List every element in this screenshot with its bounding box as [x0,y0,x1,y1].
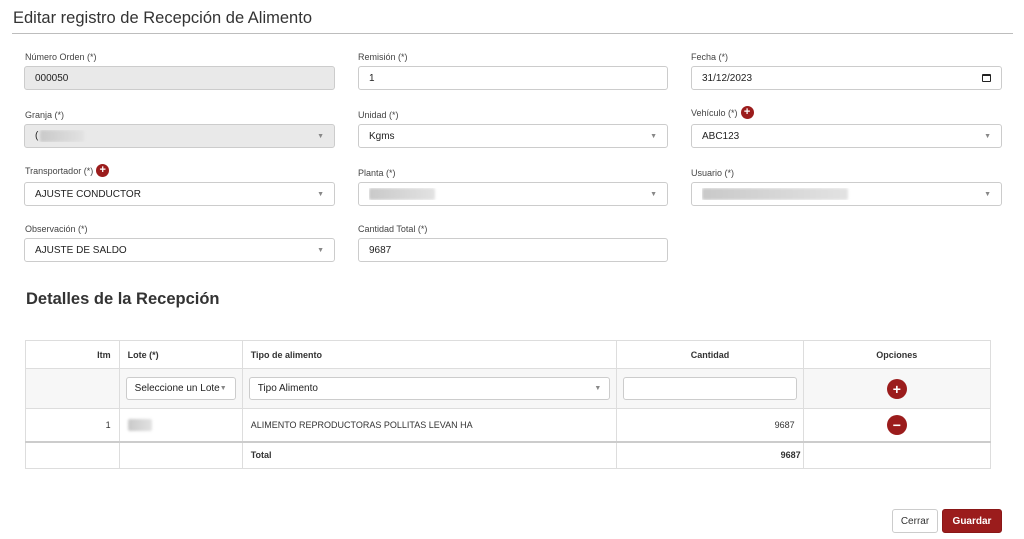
chevron-down-icon: ▼ [650,132,657,140]
fecha-value: 31/12/2023 [702,72,753,84]
page-title: Editar registro de Recepción de Alimento [13,9,312,27]
observacion-value: AJUSTE DE SALDO [35,244,127,256]
transportador-value: AJUSTE CONDUCTOR [35,188,141,200]
numero-orden-label: Número Orden (*) [25,52,97,62]
plus-icon: + [892,380,901,397]
col-itm: Itm [25,340,120,369]
total-value: 9687 [616,440,804,469]
chevron-down-icon: ▼ [594,385,602,392]
observacion-select[interactable]: AJUSTE DE SALDO ▼ [24,238,335,262]
remision-input[interactable]: 1 [358,66,668,90]
granja-select: ( ▼ [24,124,335,148]
total-label: Total [241,440,618,469]
guardar-button[interactable]: Guardar [942,509,1002,533]
numero-orden-input: 000050 [24,66,335,90]
col-tipo-alimento: Tipo de alimento [241,340,618,369]
table-header-row: Itm Lote (*) Tipo de alimento Cantidad O… [25,340,992,369]
title-divider [12,33,1013,34]
chevron-down-icon: ▼ [317,190,324,198]
planta-label: Planta (*) [358,168,396,178]
col-lote: Lote (*) [118,340,243,369]
transportador-select[interactable]: AJUSTE CONDUCTOR ▼ [24,182,335,206]
granja-label: Granja (*) [25,110,65,120]
details-title: Detalles de la Recepción [26,290,220,308]
calendar-icon[interactable] [982,74,991,82]
granja-value: ( [35,130,39,142]
table-row: 1 ALIMENTO REPRODUCTORAS POLLITAS LEVAN … [25,408,992,442]
vehiculo-label-text: Vehículo (*) [691,108,738,118]
cantidad-total-input[interactable]: 9687 [358,238,668,262]
add-row-button[interactable]: + [886,378,907,399]
tipo-alimento-select[interactable]: Tipo Alimento ▼ [248,377,611,400]
redacted-lote [127,418,152,431]
fecha-input[interactable]: 31/12/2023 [691,66,1002,90]
remove-row-button[interactable]: − [886,414,907,435]
chevron-down-icon: ▼ [984,132,991,140]
unidad-label: Unidad (*) [358,110,399,120]
transportador-label: Transportador (*) + [25,164,110,178]
row-cantidad: 9687 [616,408,804,442]
usuario-label: Usuario (*) [691,168,735,178]
chevron-down-icon: ▼ [650,190,657,198]
remision-value: 1 [369,72,375,84]
minus-icon: − [892,416,901,433]
add-transportador-icon[interactable]: + [96,164,110,178]
usuario-select[interactable]: ▼ [691,182,1002,206]
transportador-label-text: Transportador (*) [25,166,94,176]
add-vehiculo-icon[interactable]: + [740,106,754,120]
unidad-select[interactable]: Kgms ▼ [358,124,668,148]
row-itm: 1 [25,408,120,442]
chevron-down-icon: ▼ [984,190,991,198]
cantidad-total-value: 9687 [369,244,392,256]
new-detail-row: Seleccione un Lote ▼ Tipo Alimento ▼ + [25,368,992,409]
redacted-granja [40,130,85,142]
vehiculo-value: ABC123 [702,130,740,142]
cerrar-button[interactable]: Cerrar [892,509,938,533]
fecha-label: Fecha (*) [691,52,729,62]
remision-label: Remisión (*) [358,52,408,62]
tipo-alimento-placeholder: Tipo Alimento [257,383,318,394]
observacion-label: Observación (*) [25,224,88,234]
unidad-value: Kgms [369,130,395,142]
vehiculo-label: Vehículo (*) + [691,106,754,120]
row-tipo: ALIMENTO REPRODUCTORAS POLLITAS LEVAN HA [241,408,618,442]
lote-placeholder: Seleccione un Lote [134,383,220,394]
chevron-down-icon: ▼ [317,132,324,140]
numero-orden-value: 000050 [35,72,69,84]
cantidad-total-label: Cantidad Total (*) [358,224,428,234]
planta-select[interactable]: ▼ [358,182,668,206]
redacted-planta [369,188,435,200]
total-row: Total 9687 [25,440,992,469]
details-table: Itm Lote (*) Tipo de alimento Cantidad O… [25,340,992,469]
chevron-down-icon: ▼ [317,246,324,254]
cantidad-input[interactable] [623,377,797,400]
col-opciones: Opciones [802,340,992,369]
redacted-usuario [702,188,848,200]
vehiculo-select[interactable]: ABC123 ▼ [691,124,1002,148]
chevron-down-icon: ▼ [219,385,227,392]
col-cantidad: Cantidad [616,340,804,369]
lote-select[interactable]: Seleccione un Lote ▼ [125,377,236,400]
